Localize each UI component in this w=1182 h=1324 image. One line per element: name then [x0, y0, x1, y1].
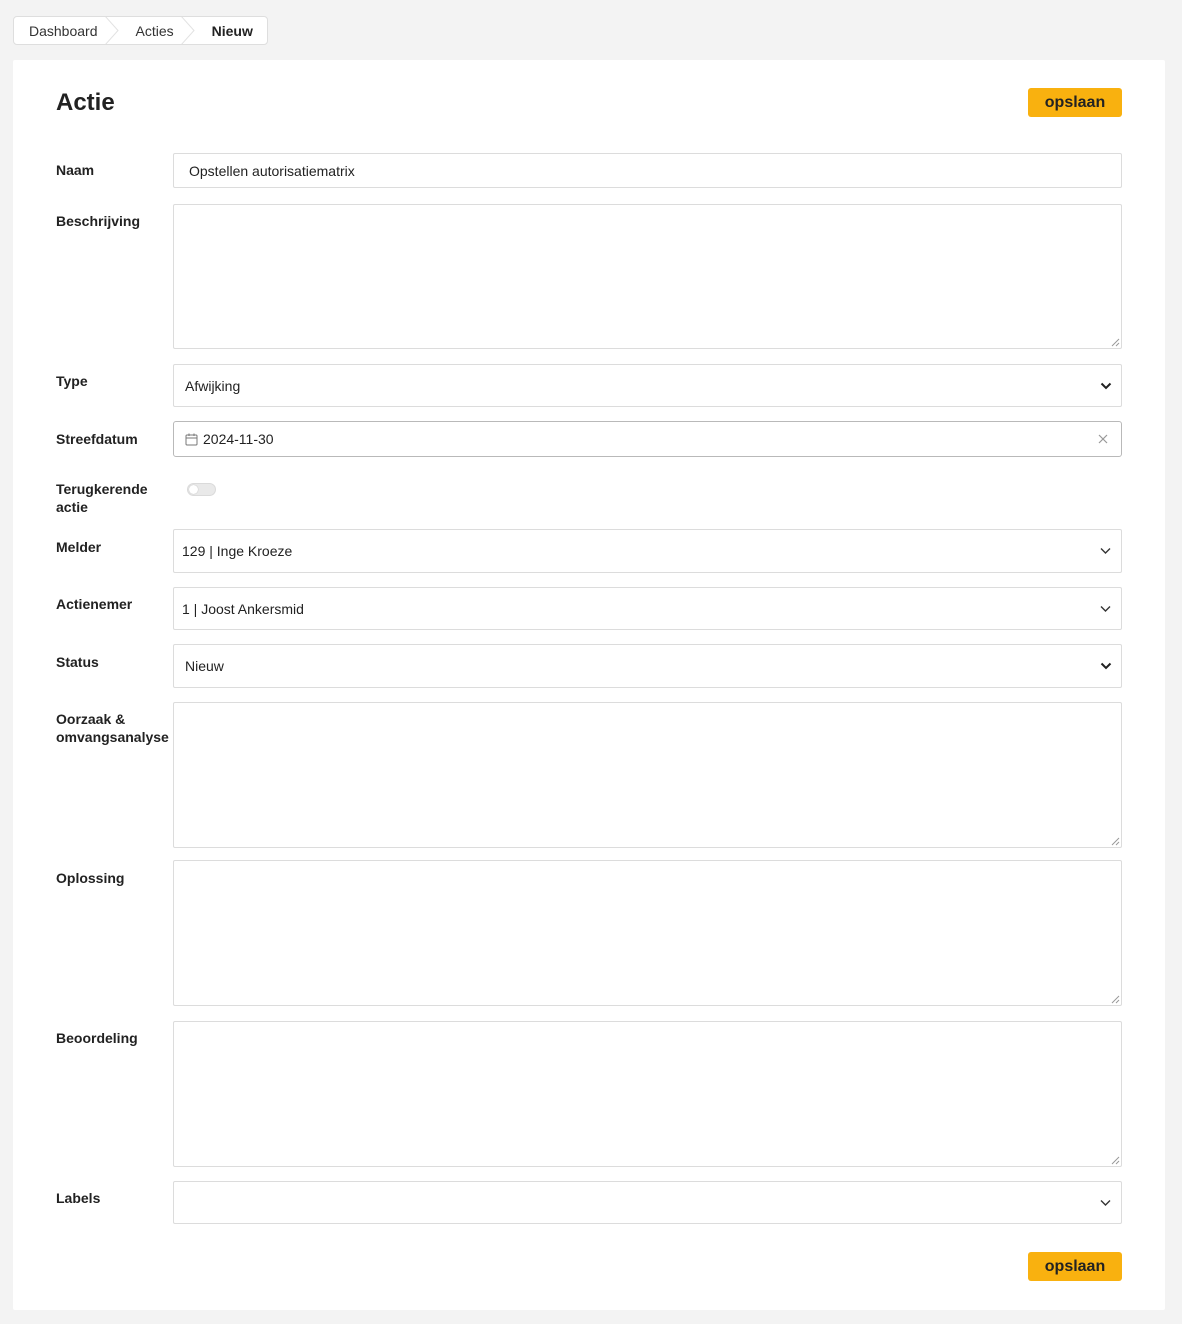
beoordeling-label: Beoordeling	[56, 1030, 138, 1046]
chevron-down-icon	[1100, 662, 1112, 670]
oorzaak-textarea[interactable]	[173, 702, 1122, 848]
resize-grip-icon[interactable]	[1111, 338, 1120, 347]
oplossing-textarea[interactable]	[173, 860, 1122, 1006]
naam-input[interactable]: Opstellen autorisatiematrix	[173, 153, 1122, 188]
streefdatum-label: Streefdatum	[56, 431, 138, 447]
status-select[interactable]: Nieuw	[173, 644, 1122, 688]
terugkerend-label: Terugkerende actie	[56, 481, 148, 515]
naam-label: Naam	[56, 162, 95, 178]
breadcrumb-label: Dashboard	[29, 22, 98, 39]
beschrijving-textarea[interactable]	[173, 204, 1122, 349]
form-card: Actie opslaan Naam Opstellen autorisatie…	[13, 60, 1165, 1310]
chevron-down-icon	[1100, 1199, 1111, 1206]
naam-value: Opstellen autorisatiematrix	[189, 162, 355, 179]
oorzaak-label: Oorzaak & omvangsanalyse	[56, 711, 169, 745]
breadcrumb-label: Acties	[135, 22, 174, 39]
breadcrumb-item-dashboard[interactable]: Dashboard	[14, 17, 119, 44]
actienemer-select[interactable]: 1 | Joost Ankersmid	[173, 587, 1122, 630]
type-select[interactable]: Afwijking	[173, 364, 1122, 407]
labels-select[interactable]	[173, 1181, 1122, 1224]
chevron-down-icon	[1100, 548, 1111, 554]
actienemer-value: 1 | Joost Ankersmid	[182, 600, 304, 617]
melder-select[interactable]: 129 | Inge Kroeze	[173, 529, 1122, 573]
calendar-icon	[185, 433, 198, 445]
melder-value: 129 | Inge Kroeze	[182, 543, 293, 559]
actienemer-label: Actienemer	[56, 596, 133, 612]
type-value: Afwijking	[185, 377, 241, 394]
chevron-down-icon	[1100, 605, 1111, 612]
toggle-knob	[189, 485, 198, 494]
status-value: Nieuw	[185, 658, 224, 674]
labels-label: Labels	[56, 1190, 101, 1206]
breadcrumb-item-acties[interactable]: Acties	[112, 17, 195, 44]
melder-label: Melder	[56, 539, 102, 555]
breadcrumb-label: Nieuw	[211, 22, 253, 39]
oplossing-label: Oplossing	[56, 870, 125, 886]
type-label: Type	[56, 373, 88, 389]
status-label: Status	[56, 654, 99, 670]
save-button-top[interactable]: opslaan	[1028, 88, 1122, 117]
page-title: Actie	[56, 89, 115, 116]
breadcrumb-separator-icon	[180, 17, 195, 44]
resize-grip-icon[interactable]	[1111, 995, 1120, 1004]
terugkerend-toggle[interactable]	[187, 483, 216, 496]
breadcrumb-item-current: Nieuw	[188, 17, 267, 44]
resize-grip-icon[interactable]	[1111, 1156, 1120, 1165]
beoordeling-textarea[interactable]	[173, 1021, 1122, 1167]
streefdatum-datepicker[interactable]: 2024-11-30	[173, 421, 1122, 457]
save-button-bottom[interactable]: opslaan	[1028, 1252, 1122, 1281]
breadcrumb-separator-icon	[104, 17, 119, 44]
beschrijving-label: Beschrijving	[56, 213, 141, 229]
chevron-down-icon	[1100, 382, 1112, 389]
clear-icon[interactable]	[1098, 434, 1108, 444]
streefdatum-value: 2024-11-30	[203, 431, 274, 447]
resize-grip-icon[interactable]	[1111, 837, 1120, 846]
breadcrumb: Dashboard Acties Nieuw	[13, 16, 268, 45]
